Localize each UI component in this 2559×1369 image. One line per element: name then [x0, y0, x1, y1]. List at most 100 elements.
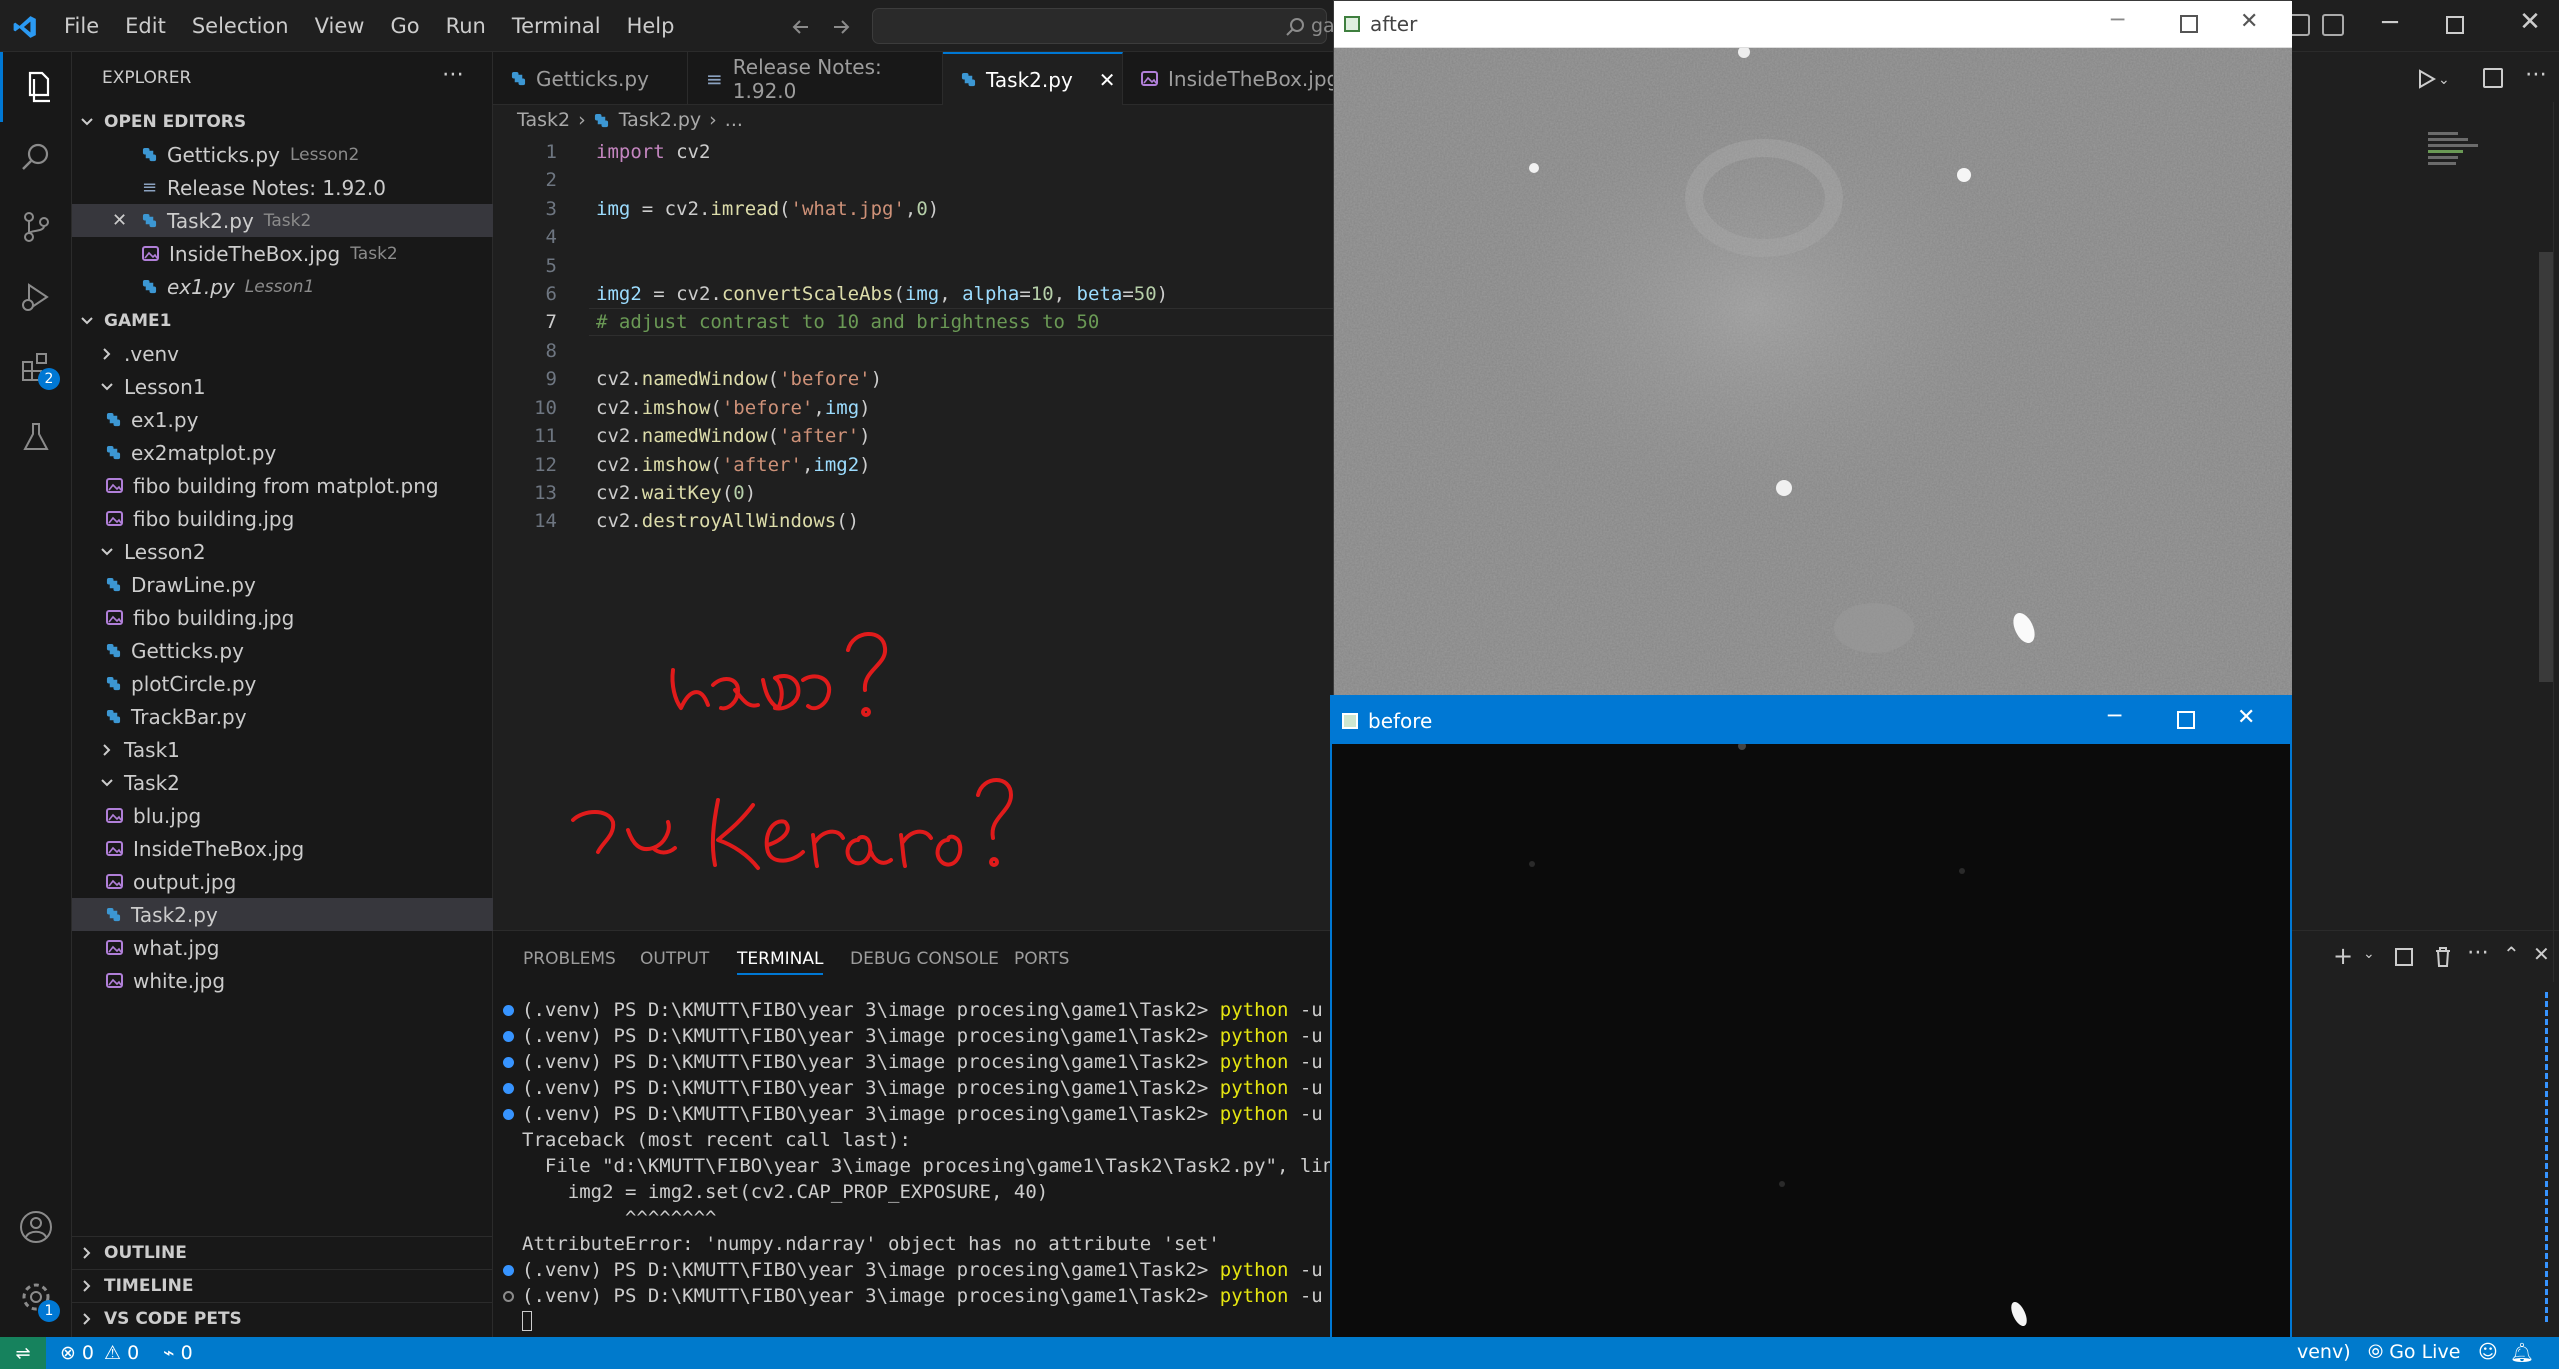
accounts-button[interactable]	[0, 1192, 72, 1262]
file-drawline[interactable]: DrawLine.py	[72, 568, 493, 601]
menu-view[interactable]: View	[315, 14, 365, 38]
minimap[interactable]	[2428, 132, 2483, 192]
file-blu[interactable]: blu.jpg	[72, 799, 493, 832]
breadcrumb-more[interactable]: ...	[725, 109, 743, 131]
folder-task1[interactable]: Task1	[72, 733, 493, 766]
file-trackbar[interactable]: TrackBar.py	[72, 700, 493, 733]
run-file-icon[interactable]	[2415, 68, 2437, 90]
breadcrumb-folder[interactable]: Task2	[517, 109, 570, 131]
after-close-icon[interactable]: ✕	[2240, 9, 2258, 34]
editor-more-icon[interactable]: ⋯	[2525, 62, 2547, 87]
file-what[interactable]: what.jpg	[72, 931, 493, 964]
file-task2-py[interactable]: Task2.py	[72, 898, 493, 931]
notifications-icon[interactable]: 🔔︎	[2510, 1341, 2534, 1364]
search-view-button[interactable]	[0, 122, 72, 192]
panel-tab-terminal[interactable]: TERMINAL	[737, 949, 824, 975]
terminal-dropdown-icon[interactable]: ⌄	[2363, 946, 2375, 962]
code-editor[interactable]: Task2 › Task2.py › ... 1 2 3 4 5 6 7 8 9…	[493, 105, 1333, 930]
terminal-line: (.venv) PS D:\KMUTT\FIBO\year 3\image pr…	[503, 1285, 1357, 1307]
after-window-titlebar[interactable]: after ─ ✕	[1334, 1, 2292, 48]
remote-indicator-icon[interactable]: ⇌	[0, 1337, 46, 1369]
file-plotcircle[interactable]: plotCircle.py	[72, 667, 493, 700]
open-editor-getticks[interactable]: Getticks.py Lesson2	[72, 138, 493, 171]
new-terminal-icon[interactable]: +	[2333, 942, 2353, 970]
after-window[interactable]: after ─ ✕	[1333, 0, 2292, 698]
before-maximize-icon[interactable]	[2177, 711, 2195, 729]
minimize-icon[interactable]: ─	[2360, 8, 2420, 38]
panel-tab-ports[interactable]: PORTS	[1014, 949, 1069, 969]
before-close-icon[interactable]: ✕	[2237, 705, 2255, 730]
vscode-pets-section[interactable]: VS CODE PETS	[72, 1302, 493, 1335]
file-insidethebox[interactable]: InsideTheBox.jpg	[72, 832, 493, 865]
split-terminal-icon[interactable]	[2395, 948, 2413, 966]
editor-scrollbar[interactable]	[2539, 252, 2553, 682]
file-fibo-building-jpg-2[interactable]: fibo building.jpg	[72, 601, 493, 634]
tab-getticks[interactable]: Getticks.py	[493, 52, 688, 105]
panel-tab-debug-console[interactable]: DEBUG CONSOLE	[850, 949, 999, 969]
tab-insidethebox[interactable]: InsideTheBox.jpg	[1123, 52, 1339, 105]
extensions-button[interactable]: 2	[0, 332, 72, 402]
source-control-button[interactable]	[0, 192, 72, 262]
menu-help[interactable]: Help	[627, 14, 675, 38]
python-env-indicator[interactable]: venv)	[2297, 1341, 2351, 1363]
open-editors-header[interactable]: OPEN EDITORS	[72, 105, 493, 138]
panel-tab-output[interactable]: OUTPUT	[640, 949, 709, 969]
file-ex1[interactable]: ex1.py	[72, 403, 493, 436]
customize-layout-icon[interactable]	[2322, 14, 2344, 36]
after-minimize-icon[interactable]: ─	[2111, 8, 2124, 33]
open-editor-release-notes[interactable]: ≡ Release Notes: 1.92.0	[72, 171, 493, 204]
file-getticks[interactable]: Getticks.py	[72, 634, 493, 667]
menu-terminal[interactable]: Terminal	[512, 14, 601, 38]
panel-tab-problems[interactable]: PROBLEMS	[523, 949, 616, 969]
workspace-root-header[interactable]: GAME1	[72, 304, 493, 337]
menu-go[interactable]: Go	[390, 14, 419, 38]
ports-indicator[interactable]: ⌁ 0	[163, 1342, 193, 1364]
file-white[interactable]: white.jpg	[72, 964, 493, 997]
explorer-view-button[interactable]	[0, 52, 72, 122]
folder-lesson1[interactable]: Lesson1	[72, 370, 493, 403]
timeline-section[interactable]: TIMELINE	[72, 1269, 493, 1302]
menu-edit[interactable]: Edit	[125, 14, 166, 38]
folder-venv[interactable]: .venv	[72, 337, 493, 370]
restore-icon[interactable]	[2446, 16, 2464, 34]
menu-selection[interactable]: Selection	[192, 14, 289, 38]
menu-file[interactable]: File	[64, 14, 99, 38]
manage-button[interactable]: 1	[0, 1262, 72, 1332]
close-tab-icon[interactable]: ✕	[1099, 68, 1116, 92]
file-fibo-matplot-png[interactable]: fibo building from matplot.png	[72, 469, 493, 502]
close-editor-icon[interactable]: ✕	[112, 210, 132, 231]
panel-more-icon[interactable]: ⋯	[2467, 940, 2489, 965]
open-editor-insidethebox[interactable]: InsideTheBox.jpg Task2	[72, 237, 493, 270]
before-window-titlebar[interactable]: before ─ ✕	[1332, 697, 2290, 744]
run-debug-button[interactable]	[0, 262, 72, 332]
trash-icon[interactable]	[2433, 946, 2453, 968]
open-editor-ex1[interactable]: ex1.py Lesson1	[72, 270, 493, 303]
close-panel-icon[interactable]: ✕	[2533, 942, 2550, 966]
command-search-input[interactable]: ga	[872, 8, 1335, 44]
tab-task2[interactable]: Task2.py ✕	[943, 52, 1123, 105]
after-maximize-icon[interactable]	[2180, 15, 2198, 33]
folder-task2[interactable]: Task2	[72, 766, 493, 799]
problems-indicator[interactable]: ⊗ 0 ⚠ 0	[60, 1342, 139, 1364]
before-window[interactable]: before ─ ✕	[1330, 695, 2292, 1369]
menu-run[interactable]: Run	[446, 14, 486, 38]
testing-button[interactable]	[0, 402, 72, 472]
folder-lesson2[interactable]: Lesson2	[72, 535, 493, 568]
tab-release-notes[interactable]: ≡ Release Notes: 1.92.0	[688, 52, 943, 105]
run-dropdown-icon[interactable]: ⌄	[2438, 72, 2450, 88]
file-output[interactable]: output.jpg	[72, 865, 493, 898]
split-editor-icon[interactable]	[2483, 68, 2503, 88]
file-fibo-building-jpg-1[interactable]: fibo building.jpg	[72, 502, 493, 535]
file-ex2matplot[interactable]: ex2matplot.py	[72, 436, 493, 469]
back-arrow-icon[interactable]	[790, 16, 812, 38]
close-window-icon[interactable]: ✕	[2500, 7, 2559, 37]
feedback-icon[interactable]: ☺	[2478, 1341, 2498, 1363]
breadcrumb-file[interactable]: Task2.py	[619, 109, 701, 131]
go-live-button[interactable]: ⦾ Go Live	[2368, 1341, 2460, 1363]
more-actions-icon[interactable]: ⋯	[442, 62, 464, 87]
open-editor-task2[interactable]: ✕ Task2.py Task2	[72, 204, 493, 237]
before-minimize-icon[interactable]: ─	[2108, 704, 2121, 729]
forward-arrow-icon[interactable]	[830, 16, 852, 38]
maximize-panel-icon[interactable]: ⌃	[2503, 942, 2520, 966]
outline-section[interactable]: OUTLINE	[72, 1236, 493, 1269]
